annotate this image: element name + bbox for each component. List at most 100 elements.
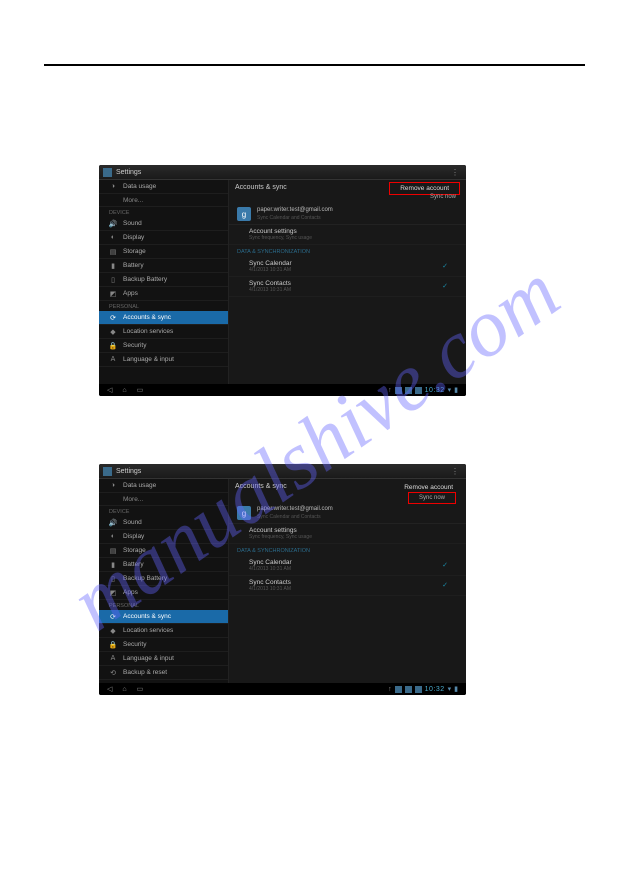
setting-subtitle: 4/1/2013 10:31 AM — [249, 586, 446, 592]
tablet-screenshot-2: Settings ⋮ ◑Data usage More... DEVICE🔊Soun… — [99, 464, 466, 695]
sidebar-item-language-input[interactable]: ALanguage & input — [99, 353, 228, 367]
sidebar-item-icon: ◐ — [109, 533, 117, 541]
back-icon[interactable]: ◁ — [107, 685, 112, 693]
settings-sidebar: ◑Data usageMore...DEVICE🔊Sound◐Display▤S… — [99, 180, 229, 384]
back-icon[interactable]: ◁ — [107, 386, 112, 394]
setting-subtitle: 4/1/2013 10:31 AM — [249, 566, 446, 572]
sidebar-item-data-usage[interactable]: ◑Data usage — [99, 479, 228, 493]
up-icon: ↑ — [388, 387, 392, 394]
settings-app-icon — [103, 168, 112, 177]
sidebar-item-icon: 🔊 — [109, 519, 117, 527]
sidebar-item-location-services[interactable]: ◆Location services — [99, 325, 228, 339]
checkmark-icon[interactable]: ✓ — [442, 262, 448, 270]
sidebar-item-icon: ⟲ — [109, 669, 117, 677]
sync-now-button[interactable]: Sync now — [430, 194, 456, 200]
sidebar-item-language-input[interactable]: ALanguage & input — [99, 652, 228, 666]
sidebar-item-icon: ▯ — [109, 276, 117, 284]
system-navbar: ◁ ⌂ ▭ ↑ 10:32 ▾ ▮ — [99, 683, 466, 695]
sidebar-item-storage[interactable]: ▤Storage — [99, 544, 228, 558]
sidebar-item-storage[interactable]: ▤Storage — [99, 245, 228, 259]
setting-row-account-settings[interactable]: Account settingsSync frequency, Sync usa… — [229, 225, 466, 245]
sidebar-item-label: Location services — [123, 328, 173, 335]
sidebar-item-icon: ▮ — [109, 561, 117, 569]
sidebar-item-label: Language & input — [123, 356, 174, 363]
sidebar-item-sound[interactable]: 🔊Sound — [99, 516, 228, 530]
sidebar-item-accounts-sync[interactable]: ⟳Accounts & sync — [99, 610, 228, 624]
sidebar-item-label: Backup Battery — [123, 276, 167, 283]
setting-row-sync-contacts[interactable]: Sync Contacts4/1/2013 10:31 AM✓ — [229, 277, 466, 297]
system-navbar: ◁ ⌂ ▭ ↑ 10:32 ▾ ▮ — [99, 384, 466, 396]
status-icon — [395, 686, 402, 693]
overflow-menu-icon[interactable]: ⋮ — [448, 467, 462, 476]
account-row[interactable]: g paper.writer.test@gmail.com Sync Calen… — [229, 204, 466, 225]
sidebar-item-icon: 🔒 — [109, 641, 117, 649]
sidebar-item-battery[interactable]: ▮Battery — [99, 259, 228, 273]
setting-row-sync-contacts[interactable]: Sync Contacts4/1/2013 10:31 AM✓ — [229, 576, 466, 596]
setting-subtitle: 4/1/2013 10:31 AM — [249, 267, 446, 273]
sidebar-item-security[interactable]: 🔒Security — [99, 638, 228, 652]
sidebar-item-backup-battery[interactable]: ▯ Backup Battery — [99, 572, 228, 586]
sync-now-button[interactable]: Sync now — [408, 492, 456, 504]
sidebar-item-label: More... — [123, 197, 143, 204]
sidebar-item-security[interactable]: 🔒Security — [99, 339, 228, 353]
checkmark-icon[interactable]: ✓ — [442, 581, 448, 589]
sidebar-item-icon: ▮ — [109, 262, 117, 270]
sidebar-item-battery[interactable]: ▮ Battery — [99, 558, 228, 572]
sidebar-item-display[interactable]: ◐Display — [99, 231, 228, 245]
sidebar-item-accounts-sync[interactable]: ⟳Accounts & sync — [99, 311, 228, 325]
sidebar-item-backup-reset[interactable]: ⟲Backup & reset — [99, 666, 228, 680]
sidebar-item-icon: ◑ — [109, 183, 117, 191]
sidebar-item-icon: ▯ — [109, 575, 117, 583]
sidebar-section-header: DEVICE — [99, 506, 228, 516]
sidebar-item-icon: ▤ — [109, 248, 117, 256]
sidebar-item-sound[interactable]: 🔊Sound — [99, 217, 228, 231]
wifi-icon: ▾ — [448, 386, 452, 394]
home-icon[interactable]: ⌂ — [122, 387, 126, 394]
setting-subtitle: Sync frequency, Sync usage — [249, 534, 446, 540]
sidebar-item-backup-battery[interactable]: ▯ Backup Battery — [99, 273, 228, 287]
sidebar-item-label: Security — [123, 342, 146, 349]
checkmark-icon[interactable]: ✓ — [442, 561, 448, 569]
sidebar-item-label: Backup Battery — [123, 575, 167, 582]
sidebar-item-data-usage[interactable]: ◑Data usage — [99, 180, 228, 194]
sidebar-item-icon: ◩ — [109, 589, 117, 597]
overflow-menu-icon[interactable]: ⋮ — [448, 168, 462, 177]
recent-icon[interactable]: ▭ — [137, 685, 144, 693]
battery-icon: ▮ — [454, 386, 458, 394]
sync-section-header: DATA & SYNCHRONIZATION — [229, 245, 466, 257]
sidebar-item-label: Accounts & sync — [123, 314, 171, 321]
setting-label: Sync Calendar — [249, 260, 446, 267]
sidebar-item-label: Sound — [123, 220, 142, 227]
checkmark-icon[interactable]: ✓ — [442, 282, 448, 290]
sidebar-item-location-services[interactable]: ◆Location services — [99, 624, 228, 638]
settings-content: Accounts & sync Remove account Sync now … — [229, 180, 466, 384]
sidebar-item-more-[interactable]: More... — [99, 493, 228, 506]
clock-text: 10:32 — [425, 686, 445, 693]
setting-row-sync-calendar[interactable]: Sync Calendar4/1/2013 10:31 AM✓ — [229, 257, 466, 277]
breadcrumb: Accounts & sync — [235, 483, 289, 490]
sidebar-item-icon: ◆ — [109, 627, 117, 635]
title-bar: Settings ⋮ — [99, 165, 466, 180]
setting-label: Sync Calendar — [249, 559, 446, 566]
sidebar-item-more-[interactable]: More... — [99, 194, 228, 207]
status-icon — [415, 387, 422, 394]
sidebar-item-apps[interactable]: ◩Apps — [99, 287, 228, 301]
settings-sidebar: ◑Data usage More... DEVICE🔊Sound ◐ Display ▤S… — [99, 479, 229, 683]
account-email: paper.writer.test@gmail.com — [257, 207, 333, 214]
clock-text: 10:32 — [425, 387, 445, 394]
wifi-icon: ▾ — [448, 685, 452, 693]
setting-label: Sync Contacts — [249, 579, 446, 586]
home-icon[interactable]: ⌂ — [122, 686, 126, 693]
account-row[interactable]: g paper.writer.test@gmail.com Sync Calen… — [229, 503, 466, 524]
account-subtitle: Sync Calendar and Contacts — [257, 215, 333, 221]
sidebar-item-label: Display — [123, 533, 144, 540]
sidebar-item-apps[interactable]: ◩Apps — [99, 586, 228, 600]
sidebar-item-label: More... — [123, 496, 143, 503]
setting-row-account-settings[interactable]: Account settingsSync frequency, Sync usa… — [229, 524, 466, 544]
recent-icon[interactable]: ▭ — [137, 386, 144, 394]
app-title: Settings — [116, 468, 141, 475]
sidebar-section-header: DEVICE — [99, 207, 228, 217]
setting-row-sync-calendar[interactable]: Sync Calendar4/1/2013 10:31 AM✓ — [229, 556, 466, 576]
sidebar-item-label: Battery — [123, 561, 144, 568]
sidebar-item-display[interactable]: ◐ Display — [99, 530, 228, 544]
